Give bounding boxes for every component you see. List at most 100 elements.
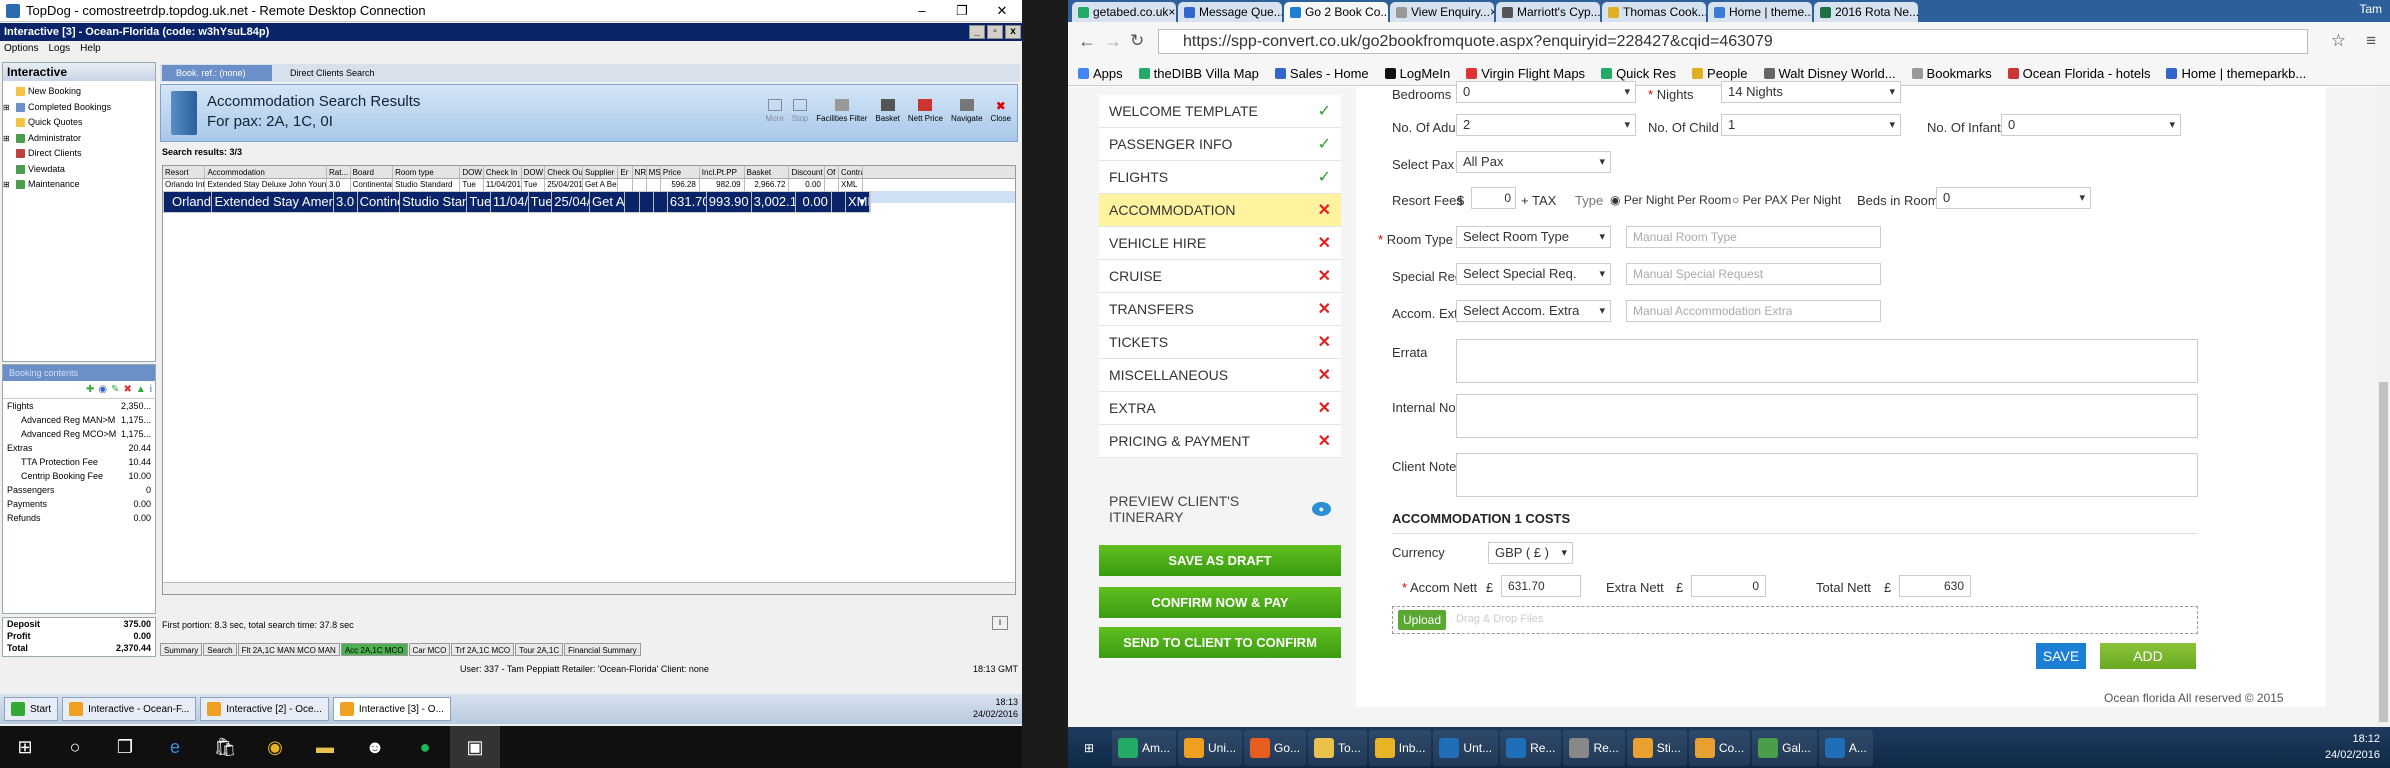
info-icon[interactable]: i [150, 384, 152, 395]
task-view-icon[interactable]: ❐ [100, 726, 150, 768]
bedrooms-select[interactable]: 0 [1456, 81, 1636, 103]
grid-column-header[interactable]: Price [661, 166, 700, 178]
store-icon[interactable]: 🛍 [200, 726, 250, 768]
grid-column-header[interactable]: Of [825, 166, 839, 178]
pax-select[interactable]: All Pax [1456, 151, 1611, 173]
accom-extra-manual-input[interactable]: Manual Accommodation Extra [1626, 300, 1881, 322]
bookmark-item[interactable]: Bookmarks [1911, 66, 1992, 81]
booking-row[interactable]: Advanced Reg MAN>M 1,175... [3, 413, 155, 427]
menu-help[interactable]: Help [80, 41, 101, 57]
table-row[interactable]: Orlando Int...Extended Stay America - Co… [163, 191, 871, 213]
table-row[interactable]: Orlando Int...Extended Stay Deluxe John … [163, 179, 1015, 191]
windows-start-icon[interactable]: ⊞ [0, 726, 50, 768]
browser-user[interactable]: Tam [2359, 2, 2382, 16]
grid-column-header[interactable]: Er [618, 166, 633, 178]
app-icon[interactable]: ☻ [350, 726, 400, 768]
nav-item-welcome-template[interactable]: WELCOME TEMPLATE ✓ [1099, 95, 1341, 128]
nav-item-cruise[interactable]: CRUISE ✕ [1099, 260, 1341, 293]
bookmark-item[interactable]: Apps [1078, 66, 1123, 81]
refresh-icon[interactable]: ◉ [98, 384, 107, 395]
facilities-filter-button[interactable]: Facilities Filter [816, 99, 867, 123]
menu-icon[interactable]: ≡ [2366, 31, 2376, 51]
booking-row[interactable]: Refunds 0.00 [3, 511, 155, 525]
taskbar-item-3[interactable]: Interactive [3] - O... [332, 697, 451, 721]
nett-price-button[interactable]: Nett Price [908, 99, 943, 123]
nav-item-miscellaneous[interactable]: MISCELLANEOUS ✕ [1099, 359, 1341, 392]
grid-column-header[interactable]: Resort [163, 166, 206, 178]
inner-close-icon[interactable]: x [1005, 25, 1021, 39]
grid-column-header[interactable]: NR [633, 166, 647, 178]
bottom-tab[interactable]: Acc 2A,1C MCO [340, 643, 408, 656]
type-option-per-night-room[interactable]: ◉ Per Night Per Room [1610, 193, 1731, 207]
upload-button[interactable]: Upload [1398, 610, 1446, 630]
room-type-select[interactable]: Select Room Type [1456, 226, 1611, 248]
add-icon[interactable]: ✚ [86, 384, 94, 395]
accom-nett-input[interactable]: 631.70 [1501, 575, 1581, 597]
grid-column-header[interactable]: Supplier [583, 166, 619, 178]
restore-icon[interactable]: ❐ [942, 0, 982, 22]
close-results-button[interactable]: ✖ Close [991, 99, 1011, 123]
nav-item-tickets[interactable]: TICKETS ✕ [1099, 326, 1341, 359]
browser-tab[interactable]: View Enquiry... × [1390, 2, 1494, 22]
browser-tab[interactable]: Go 2 Book Co... × [1284, 2, 1388, 22]
grid-column-header[interactable]: Room type [393, 166, 461, 178]
booking-row[interactable]: Centrip Booking Fee 10.00 [3, 469, 155, 483]
win7-taskbar-item[interactable]: Re... [1563, 729, 1625, 766]
bookmark-item[interactable]: theDIBB Villa Map [1138, 66, 1259, 81]
browser-tab[interactable]: 2016 Rota Ne... × [1814, 2, 1918, 22]
preview-itinerary-link[interactable]: PREVIEW CLIENT'S ITINERARY ● [1099, 493, 1341, 525]
bottom-tab[interactable]: Tour 2A,1C [515, 643, 564, 656]
up-icon[interactable]: ▲ [136, 384, 146, 395]
win7-taskbar-item[interactable]: A... [1818, 729, 1873, 766]
bottom-tab[interactable]: Search [203, 643, 237, 656]
bookmark-item[interactable]: Home | themeparkb... [2166, 66, 2306, 81]
bottom-tab[interactable]: Car MCO [408, 643, 451, 656]
bookmark-item[interactable]: People [1692, 66, 1748, 81]
grid-column-header[interactable]: Check Out [545, 166, 583, 178]
nights-select[interactable]: 14 Nights [1721, 81, 1901, 103]
win7-taskbar-item[interactable]: Gal... [1752, 729, 1817, 766]
nav-item-transfers[interactable]: TRANSFERS ✕ [1099, 293, 1341, 326]
inner-minimize-icon[interactable]: _ [969, 25, 985, 39]
client-notes-textarea[interactable] [1456, 453, 2198, 497]
grid-column-header[interactable]: Rat... [327, 166, 351, 178]
child-select[interactable]: 1 [1721, 114, 1901, 136]
win7-taskbar-item[interactable]: Inb... [1368, 729, 1432, 766]
tab-booking[interactable]: Book. ref.: (none) [162, 65, 272, 81]
tab-close-icon[interactable]: × [1168, 2, 1176, 22]
navigate-button[interactable]: Navigate [951, 99, 983, 123]
edge-icon[interactable]: e [150, 726, 200, 768]
bookmark-item[interactable]: Walt Disney World... [1763, 66, 1896, 81]
nav-item-vehicle-hire[interactable]: VEHICLE HIRE ✕ [1099, 227, 1341, 260]
grid-column-header[interactable]: Check In [484, 166, 522, 178]
page-scrollbar[interactable] [2377, 87, 2390, 727]
errata-textarea[interactable] [1456, 339, 2198, 383]
win7-taskbar-item[interactable]: Sti... [1626, 729, 1687, 766]
browser-tab[interactable]: Thomas Cook... × [1602, 2, 1706, 22]
explorer-icon[interactable]: ▬ [300, 726, 350, 768]
special-requests-select[interactable]: Select Special Req. [1456, 263, 1611, 285]
send-client-button[interactable]: SEND TO CLIENT TO CONFIRM [1099, 627, 1341, 658]
stop-button[interactable]: Stop [792, 99, 808, 123]
info-button[interactable]: i [992, 616, 1008, 630]
tree-item-maintenance[interactable]: ⊞ Maintenance [3, 177, 155, 193]
save-draft-button[interactable]: SAVE AS DRAFT [1099, 545, 1341, 576]
bookmark-item[interactable]: Sales - Home [1274, 66, 1369, 81]
win7-start-icon[interactable]: ⊞ [1068, 730, 1110, 766]
browser-tab[interactable]: Marriott's Cyp... × [1496, 2, 1600, 22]
win7-taskbar-item[interactable]: Co... [1688, 729, 1751, 766]
resort-fees-input[interactable]: 0 [1471, 187, 1516, 209]
bookmark-star-icon[interactable]: ☆ [2331, 31, 2346, 51]
grid-column-header[interactable]: Accommodation [205, 166, 327, 178]
taskbar-item-2[interactable]: Interactive [2] - Oce... [200, 697, 329, 721]
nav-item-flights[interactable]: FLIGHTS ✓ [1099, 161, 1341, 194]
edit-icon[interactable]: ✎ [111, 384, 119, 395]
internal-notes-textarea[interactable] [1456, 394, 2198, 438]
start-button[interactable]: Start [4, 697, 59, 721]
win7-taskbar-item[interactable]: To... [1308, 729, 1367, 766]
nav-item-pricing-payment[interactable]: PRICING & PAYMENT ✕ [1099, 425, 1341, 458]
browser-tab[interactable]: Message Que... × [1178, 2, 1282, 22]
tab-direct-clients[interactable]: Direct Clients Search [276, 65, 396, 81]
grid-column-header[interactable]: Contra [839, 166, 863, 178]
nav-item-accommodation[interactable]: ACCOMMODATION ✕ [1099, 194, 1341, 227]
